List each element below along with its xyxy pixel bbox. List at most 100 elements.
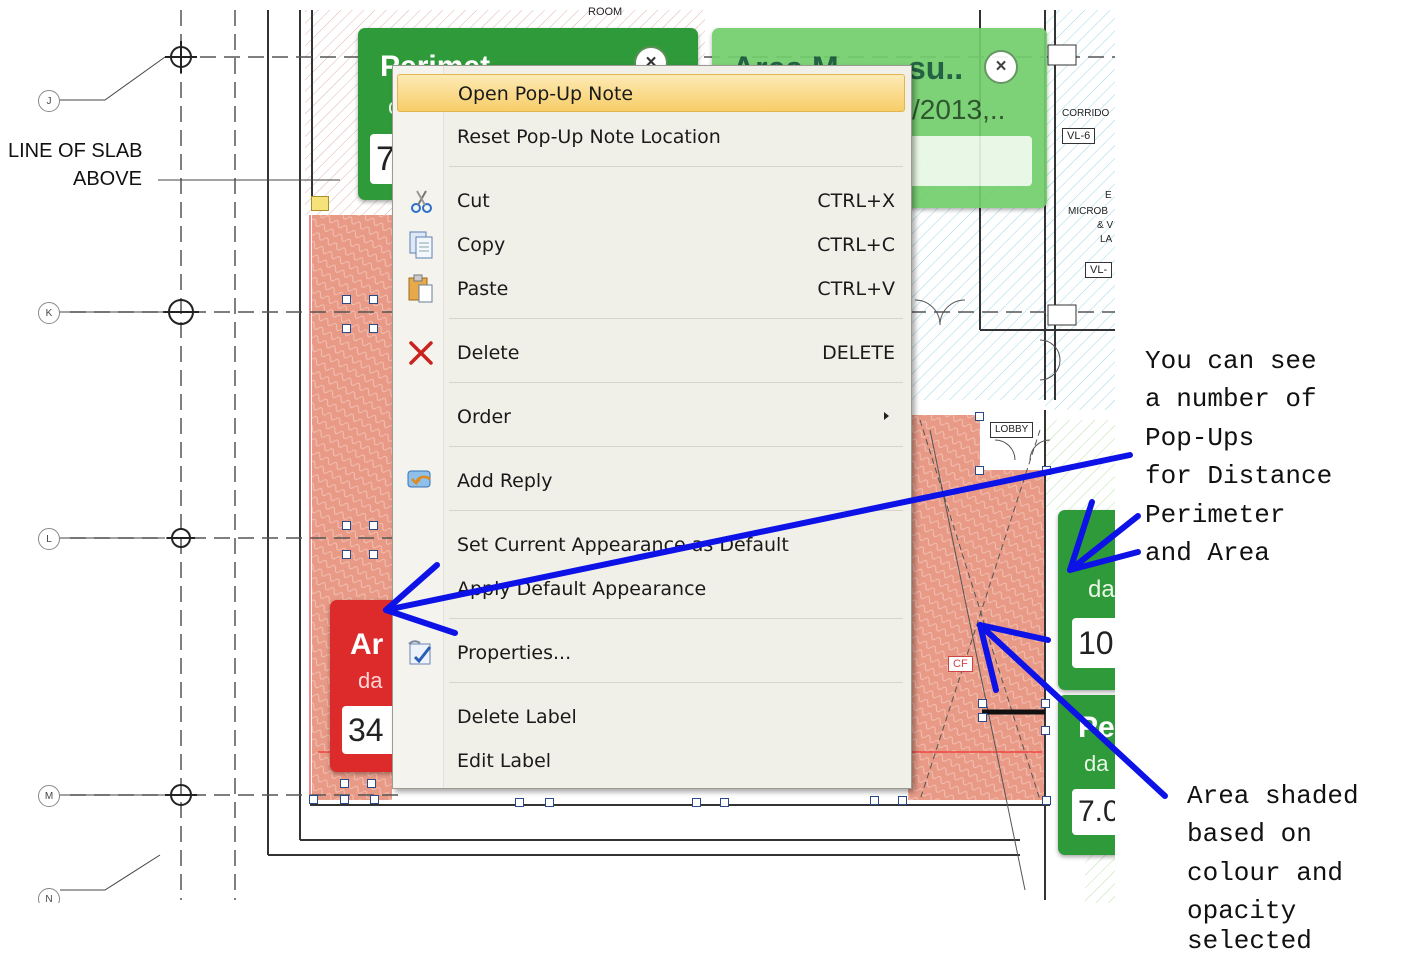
annotation-popups-line5: Perimeter <box>1145 500 1286 530</box>
menu-item-order[interactable]: Order <box>397 398 905 436</box>
selection-handle[interactable] <box>1042 466 1051 475</box>
selection-handle[interactable] <box>692 798 701 807</box>
cf-tag: CF <box>948 656 973 672</box>
menu-item-delete[interactable]: Delete DELETE <box>397 334 905 372</box>
selection-handle[interactable] <box>1041 699 1050 708</box>
menu-item-add-reply[interactable]: Add Reply <box>397 462 905 500</box>
microbiology-tag: VL- <box>1085 262 1113 278</box>
annotation-area-line1: Area shaded <box>1187 781 1359 811</box>
menu-separator <box>449 510 903 511</box>
popup-title: Pe <box>1078 711 1115 744</box>
popup-subtitle: da <box>1084 751 1109 776</box>
grid-bubble-m: M <box>38 785 60 807</box>
slab-note-line1: LINE OF SLAB <box>8 140 143 162</box>
selection-handle[interactable] <box>545 798 554 807</box>
context-menu: Open Pop-Up Note Reset Pop-Up Note Locat… <box>392 65 912 789</box>
selection-handle[interactable] <box>515 798 524 807</box>
annotation-popups-line2: a number of <box>1145 384 1317 414</box>
menu-item-label: Apply Default Appearance <box>457 578 707 600</box>
selection-handle[interactable] <box>342 550 351 559</box>
menu-item-label: Reset Pop-Up Note Location <box>457 126 721 148</box>
selection-handle[interactable] <box>342 295 351 304</box>
paste-icon <box>405 273 437 305</box>
selection-handle[interactable] <box>369 295 378 304</box>
menu-item-set-appearance-default[interactable]: Set Current Appearance as Default <box>397 526 905 564</box>
microbiology-label-4: LA <box>1100 234 1113 245</box>
menu-item-delete-label[interactable]: Delete Label <box>397 698 905 736</box>
menu-item-open-popup-note[interactable]: Open Pop-Up Note <box>397 74 905 112</box>
selection-handle[interactable] <box>978 713 987 722</box>
scissors-icon <box>405 185 437 217</box>
slab-note-line2: ABOVE <box>73 168 142 190</box>
menu-item-cut[interactable]: Cut CTRL+X <box>397 182 905 220</box>
close-icon[interactable]: × <box>984 50 1018 84</box>
annotation-popups-line1: You can see <box>1145 346 1317 376</box>
selection-handle[interactable] <box>367 779 376 788</box>
menu-item-label: Delete Label <box>457 706 577 728</box>
selection-handle[interactable] <box>975 466 984 475</box>
note-marker-icon[interactable] <box>311 196 329 211</box>
popup-subtitle: da <box>358 668 383 693</box>
selection-handle[interactable] <box>898 796 907 805</box>
menu-separator <box>449 318 903 319</box>
selection-handle[interactable] <box>342 324 351 333</box>
menu-item-label: Copy <box>457 234 506 256</box>
grid-bubble-k: K <box>38 302 60 324</box>
lobby-label: LOBBY <box>990 422 1034 438</box>
menu-item-label: Delete <box>457 342 520 364</box>
selection-handle[interactable] <box>340 795 349 804</box>
selection-handle[interactable] <box>720 798 729 807</box>
selection-handle[interactable] <box>369 550 378 559</box>
selection-handle[interactable] <box>1042 796 1051 805</box>
menu-item-properties[interactable]: Properties... <box>397 634 905 672</box>
selection-handle[interactable] <box>1041 726 1050 735</box>
annotation-popups-line4: for Distance <box>1145 461 1333 491</box>
submenu-arrow-icon <box>884 412 889 420</box>
corridor-tag: VL-6 <box>1062 128 1096 144</box>
selection-handle[interactable] <box>369 324 378 333</box>
menu-item-paste[interactable]: Paste CTRL+V <box>397 270 905 308</box>
selection-handle[interactable] <box>978 699 987 708</box>
selection-handle[interactable] <box>309 795 318 804</box>
menu-item-copy[interactable]: Copy CTRL+C <box>397 226 905 264</box>
menu-separator <box>449 446 903 447</box>
annotation-area-line3: colour and <box>1187 858 1344 888</box>
selection-handle[interactable] <box>342 521 351 530</box>
menu-item-shortcut: CTRL+X <box>817 190 895 212</box>
menu-item-reset-popup-location[interactable]: Reset Pop-Up Note Location <box>397 118 905 156</box>
room-label: ROOM <box>588 6 623 18</box>
area-popup-red[interactable]: Ar da 34 <box>330 600 400 772</box>
menu-item-edit-label[interactable]: Edit Label <box>397 742 905 780</box>
annotation-area-line2: based on <box>1187 819 1312 849</box>
menu-item-label: Properties... <box>457 642 572 664</box>
menu-item-shortcut: DELETE <box>822 342 895 364</box>
page-margin-bottom <box>0 903 1115 960</box>
reply-icon <box>405 465 437 497</box>
menu-item-label: Edit Label <box>457 750 552 772</box>
menu-item-label: Add Reply <box>457 470 553 492</box>
annotation-popups-line3: Pop-Ups <box>1145 423 1255 453</box>
popup-subtitle: da <box>1088 576 1115 603</box>
popup-subtitle: /2013,.. <box>912 94 1006 125</box>
menu-item-apply-default-appearance[interactable]: Apply Default Appearance <box>397 570 905 608</box>
menu-item-shortcut: CTRL+V <box>817 278 895 300</box>
delete-x-icon <box>405 337 437 369</box>
selection-handle[interactable] <box>369 521 378 530</box>
selection-handle[interactable] <box>370 795 379 804</box>
annotation-area-line5: selected <box>1187 926 1312 956</box>
microbiology-label-3: & V <box>1097 220 1114 231</box>
annotation-popups-line6: and Area <box>1145 538 1270 568</box>
menu-separator <box>449 682 903 683</box>
microbiology-label-2: MICROB <box>1068 206 1108 217</box>
copy-icon <box>405 229 437 261</box>
popup-title-suffix: su.. <box>908 50 964 86</box>
selection-handle[interactable] <box>870 796 879 805</box>
menu-separator <box>449 166 903 167</box>
menu-item-label: Open Pop-Up Note <box>458 83 634 105</box>
menu-separator <box>449 618 903 619</box>
menu-item-label: Order <box>457 406 511 428</box>
selection-handle[interactable] <box>975 412 984 421</box>
selection-handle[interactable] <box>340 779 349 788</box>
properties-icon <box>405 637 437 669</box>
grid-bubble-l: L <box>38 528 60 550</box>
